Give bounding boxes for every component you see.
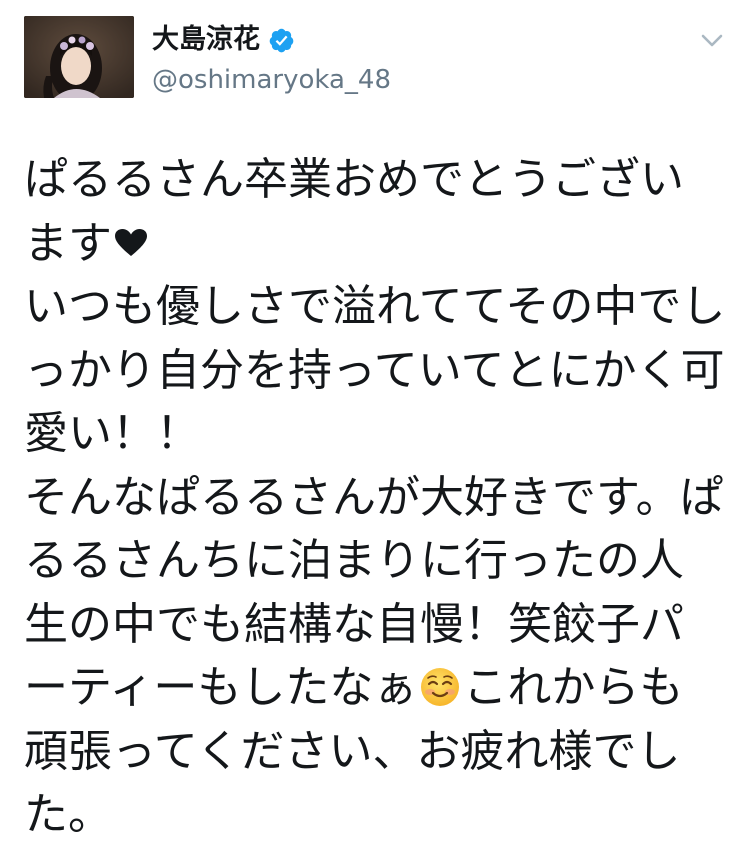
tweet-header: 大島涼花 @oshimaryoka_48 [24, 16, 726, 98]
tweet-line: 頑張ってください、お疲れ様でし [24, 725, 681, 777]
tweet-line: た。 [24, 789, 112, 840]
tweet-line: ます [24, 212, 728, 276]
tweet-line-text: これからも [463, 662, 684, 713]
tweet-card[interactable]: 大島涼花 @oshimaryoka_48 ぱるるさん卒業おめでとうござい ます … [0, 0, 750, 859]
tweet-line: っかり自分を持っていてとにかく可 [24, 344, 725, 396]
tweet-line: 生の中でも結構な自慢！笑餃子パ [24, 598, 684, 650]
tweet-text: ぱるるさん卒業おめでとうござい ます いつも優しさで溢れててその中でし っかり自… [24, 148, 728, 847]
tweet-line: るるさんちに泊まりに行ったの人 [24, 535, 684, 586]
display-name[interactable]: 大島涼花 [152, 22, 260, 58]
tweet-line: そんなぱるるさんが大好きです。ぱ [24, 471, 724, 523]
tweet-line: いつも優しさで溢れててその中でし [24, 281, 726, 332]
tweet-line: ーティーもしたなぁ これからも [24, 656, 728, 720]
chevron-down-icon[interactable] [700, 32, 724, 50]
smiling-face-emoji-icon [419, 662, 461, 706]
name-row: 大島涼花 [152, 20, 295, 60]
avatar[interactable] [24, 16, 134, 98]
tweet-line: ぱるるさん卒業おめでとうござい [24, 154, 684, 205]
user-handle[interactable]: @oshimaryoka_48 [152, 64, 391, 96]
tweet-line: 愛い！！ [24, 408, 200, 459]
heart-emoji-icon [114, 212, 148, 256]
profile-photo [24, 16, 134, 98]
tweet-line-text: ます [24, 217, 112, 269]
verified-badge-icon [268, 27, 295, 54]
tweet-line-text: ーティーもしたなぁ [24, 662, 418, 713]
